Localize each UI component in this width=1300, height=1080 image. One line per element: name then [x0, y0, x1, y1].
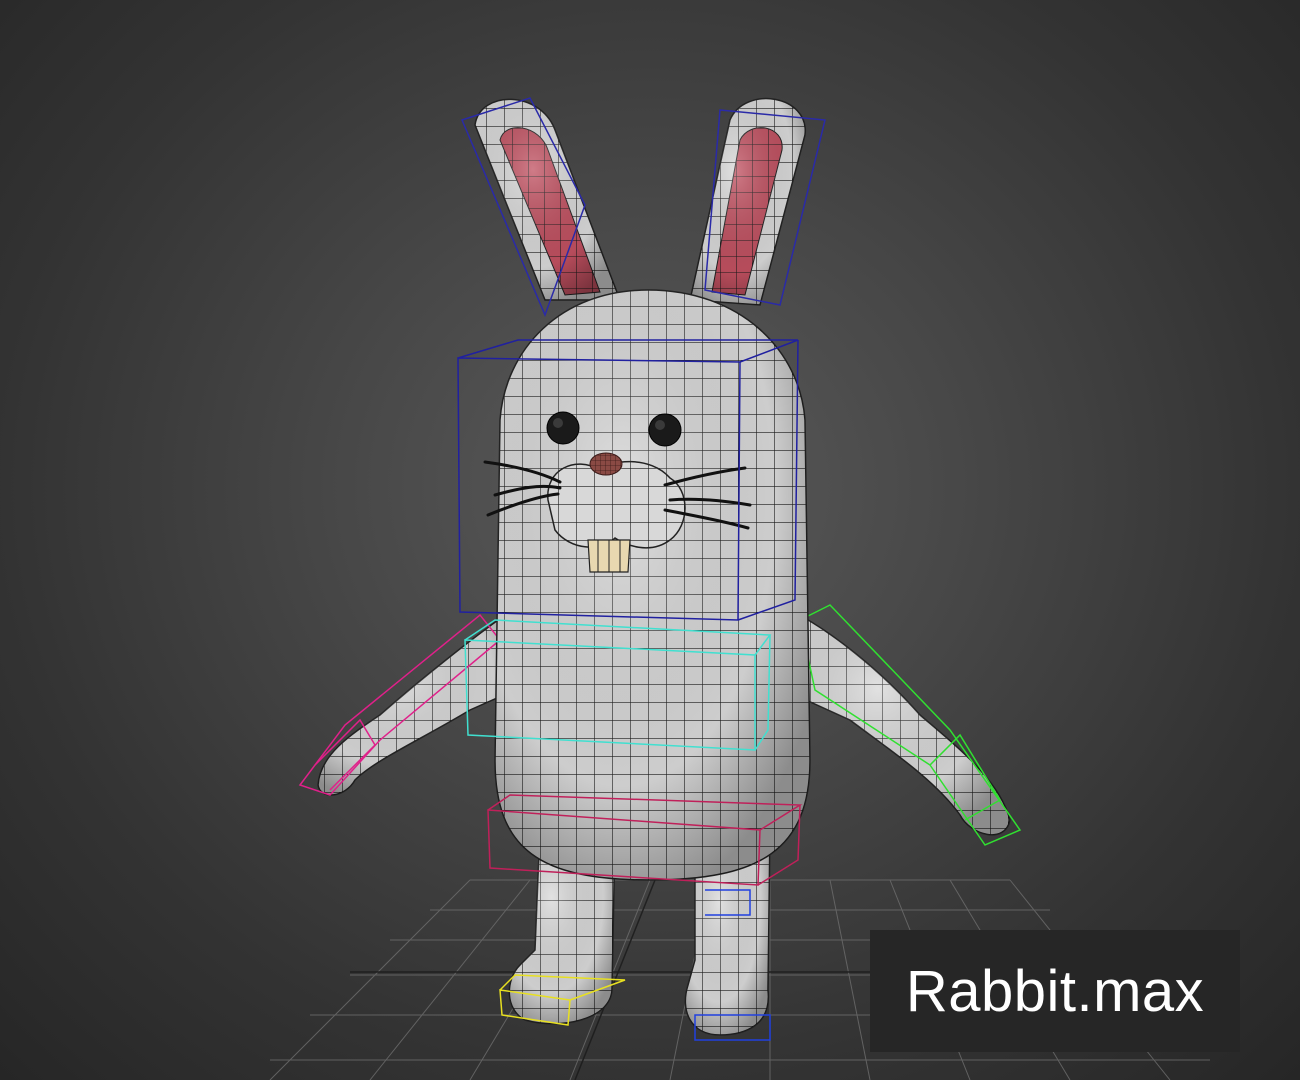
- rabbit-scene[interactable]: [0, 0, 1300, 1080]
- 3d-viewport[interactable]: Rabbit.max: [0, 0, 1300, 1080]
- file-name-label: Rabbit.max: [870, 930, 1240, 1052]
- right-arm: [789, 608, 1011, 836]
- rabbit-body: [494, 289, 811, 881]
- left-arm: [317, 613, 516, 796]
- left-ear: [474, 98, 622, 301]
